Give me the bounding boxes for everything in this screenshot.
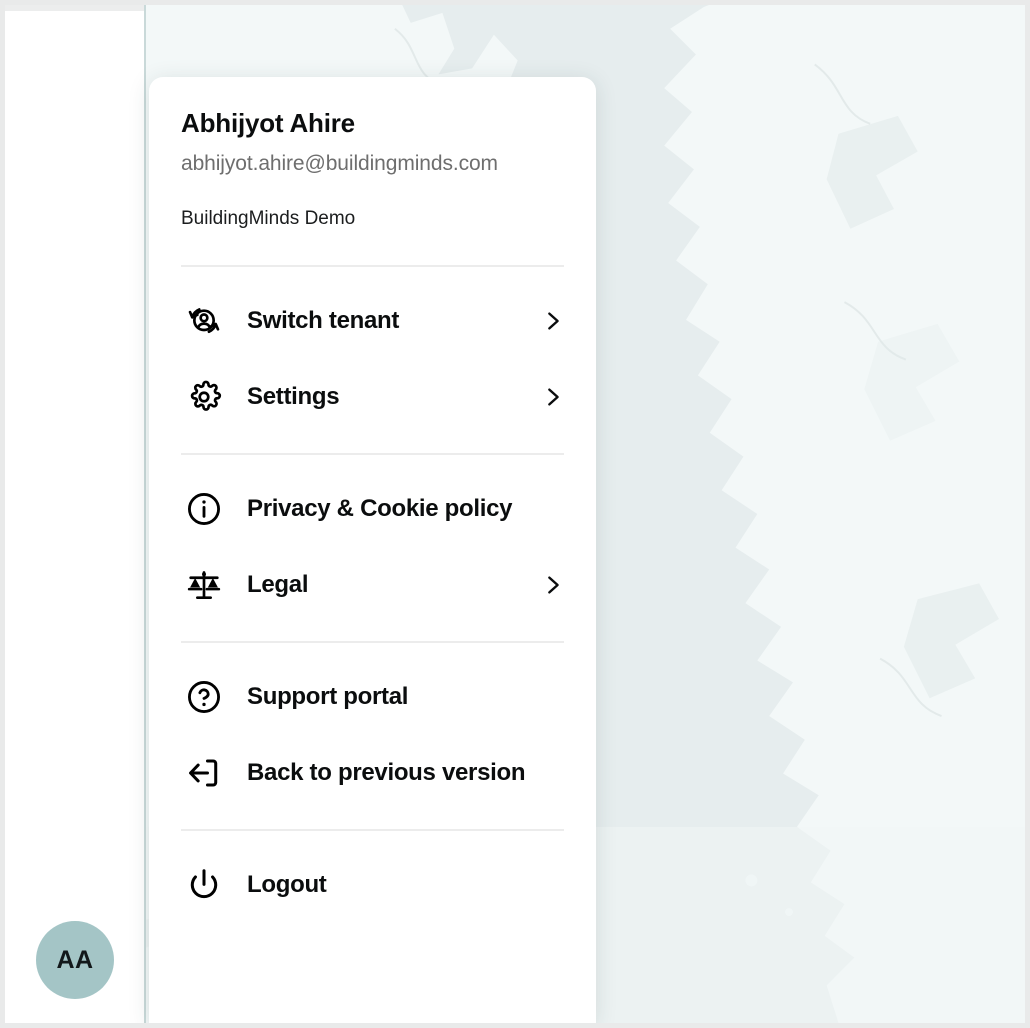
chevron-right-icon bbox=[538, 386, 564, 408]
menu-item-label: Privacy & Cookie policy bbox=[247, 494, 513, 522]
arrow-left-exit-icon bbox=[181, 750, 227, 796]
menu-item-privacy-cookie-policy[interactable]: Privacy & Cookie policy bbox=[181, 471, 564, 547]
menu-item-label: Legal bbox=[247, 570, 309, 598]
user-email: abhijyot.ahire@buildingminds.com bbox=[181, 151, 498, 175]
user-name: Abhijyot Ahire bbox=[181, 108, 355, 138]
menu-item-logout[interactable]: Logout bbox=[181, 847, 564, 923]
menu-group-legal: Privacy & Cookie policy Legal bbox=[181, 455, 564, 623]
account-menu-panel: Abhijyot Ahire abhijyot.ahire@buildingmi… bbox=[149, 77, 596, 1023]
menu-group-session: Logout bbox=[181, 831, 564, 923]
menu-group-support: Support portal Back to previous version bbox=[181, 643, 564, 811]
menu-item-support-portal[interactable]: Support portal bbox=[181, 659, 564, 735]
chevron-right-icon bbox=[538, 574, 564, 596]
rail-top-strip bbox=[5, 5, 144, 11]
scales-of-justice-icon bbox=[181, 562, 227, 608]
app-window: AA Abhijyot Ahire abhijyot.ahire@buildin… bbox=[0, 0, 1030, 1028]
menu-item-label: Support portal bbox=[247, 682, 409, 710]
tenant-name: BuildingMinds Demo bbox=[181, 208, 356, 230]
menu-item-settings[interactable]: Settings bbox=[181, 359, 564, 435]
menu-item-back-to-previous-version[interactable]: Back to previous version bbox=[181, 735, 564, 811]
menu-item-label: Back to previous version bbox=[247, 758, 526, 786]
avatar-initials: AA bbox=[56, 945, 94, 974]
menu-item-label: Switch tenant bbox=[247, 306, 400, 334]
menu-item-label: Settings bbox=[247, 382, 340, 410]
avatar[interactable]: AA bbox=[36, 921, 114, 999]
question-circle-icon bbox=[181, 674, 227, 720]
menu-item-switch-tenant[interactable]: Switch tenant bbox=[181, 283, 564, 359]
info-circle-icon bbox=[181, 486, 227, 532]
switch-user-icon bbox=[181, 298, 227, 344]
menu-item-legal[interactable]: Legal bbox=[181, 547, 564, 623]
menu-item-label: Logout bbox=[247, 870, 327, 898]
left-nav-rail: AA bbox=[5, 5, 146, 1023]
menu-group-account: Switch tenant Settings bbox=[181, 267, 564, 435]
chevron-right-icon bbox=[538, 310, 564, 332]
gear-icon bbox=[181, 374, 227, 420]
power-icon bbox=[181, 862, 227, 908]
